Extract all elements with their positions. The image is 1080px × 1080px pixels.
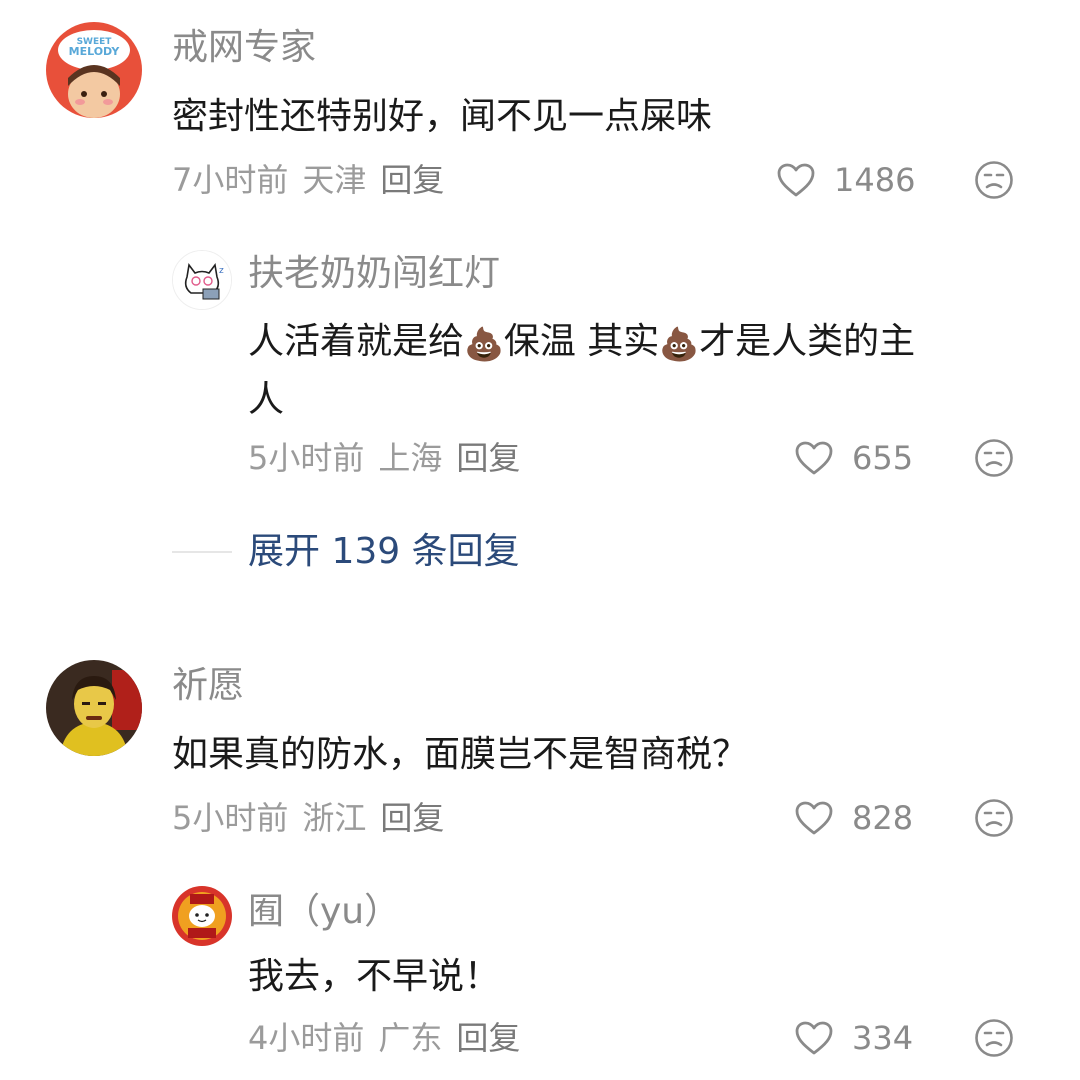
unamused-face-icon [975, 161, 1013, 199]
reply-text-segment: 保温 其实 [503, 321, 660, 362]
reply-button[interactable]: 回复 [380, 161, 444, 199]
reply-meta: 5小时前 上海 回复 [248, 438, 534, 478]
reply-text-segment: 人活着就是给 [248, 321, 465, 362]
comment-meta: 5小时前 浙江 回复 [172, 798, 458, 838]
comment-location: 天津 [302, 161, 367, 199]
reply-button[interactable]: 回复 [456, 1019, 520, 1057]
poop-emoji-icon: 💩 [659, 325, 700, 363]
reply-meta: 4小时前 广东 回复 [248, 1018, 534, 1058]
dislike-button[interactable] [974, 438, 1014, 478]
svg-text:z: z [219, 266, 224, 276]
avatar[interactable] [46, 660, 142, 756]
like-button[interactable]: 828 [794, 798, 913, 838]
dislike-button[interactable] [974, 798, 1014, 838]
reply-username[interactable]: 扶老奶奶闯红灯 [248, 252, 500, 296]
reply-avatar[interactable] [172, 886, 232, 946]
avatar-logo-line2: MELODY [69, 45, 121, 58]
like-button[interactable]: 655 [794, 438, 913, 478]
heart-outline-icon [795, 441, 833, 475]
like-count: 334 [852, 1019, 914, 1057]
comment-meta: 7小时前 天津 回复 [172, 160, 458, 200]
avatar-image [46, 660, 142, 756]
like-count: 655 [852, 439, 914, 477]
comment-text: 如果真的防水，面膜岂不是智商税？ [172, 734, 749, 775]
dislike-button[interactable] [974, 1018, 1014, 1058]
unamused-face-icon [975, 439, 1013, 477]
comment-text: 密封性还特别好，闻不见一点屎味 [172, 96, 713, 137]
like-button[interactable]: 334 [794, 1018, 913, 1058]
reply-button[interactable]: 回复 [380, 799, 444, 837]
comment-username[interactable]: 祈愿 [172, 664, 244, 708]
reply-location: 广东 [378, 1019, 443, 1057]
comment-time: 7小时前 [172, 161, 289, 199]
expand-divider [172, 551, 232, 553]
like-count: 828 [852, 799, 914, 837]
comment-location: 浙江 [302, 799, 367, 837]
unamused-face-icon [975, 1019, 1013, 1057]
heart-outline-icon [795, 801, 833, 835]
heart-outline-icon [795, 1021, 833, 1055]
like-count: 1486 [834, 161, 916, 199]
reply-username[interactable]: 囿（yu） [248, 890, 400, 934]
avatar-image: SWEET MELODY [46, 22, 142, 118]
reply-avatar[interactable]: z [172, 250, 232, 310]
reply-time: 4小时前 [248, 1019, 365, 1057]
avatar[interactable]: SWEET MELODY [46, 22, 142, 118]
comment-username[interactable]: 戒网专家 [172, 26, 316, 70]
reply-text-segment: 人 [248, 379, 285, 420]
like-button[interactable]: 1486 [776, 160, 915, 200]
reply-location: 上海 [378, 439, 443, 477]
reply-time: 5小时前 [248, 439, 365, 477]
avatar-image: z [173, 251, 231, 309]
avatar-image [172, 886, 232, 946]
reply-text: 我去，不早说！ [248, 956, 501, 997]
heart-outline-icon [777, 163, 815, 197]
unamused-face-icon [975, 799, 1013, 837]
reply-button[interactable]: 回复 [456, 439, 520, 477]
reply-text: 人活着就是给💩保温 其实💩才是人类的主人 [248, 314, 1038, 428]
comment-time: 5小时前 [172, 799, 289, 837]
expand-replies-button[interactable]: 展开 139 条回复 [248, 530, 520, 574]
poop-emoji-icon: 💩 [464, 325, 504, 363]
reply-text-segment: 才是人类的主 [699, 321, 916, 362]
dislike-button[interactable] [974, 160, 1014, 200]
